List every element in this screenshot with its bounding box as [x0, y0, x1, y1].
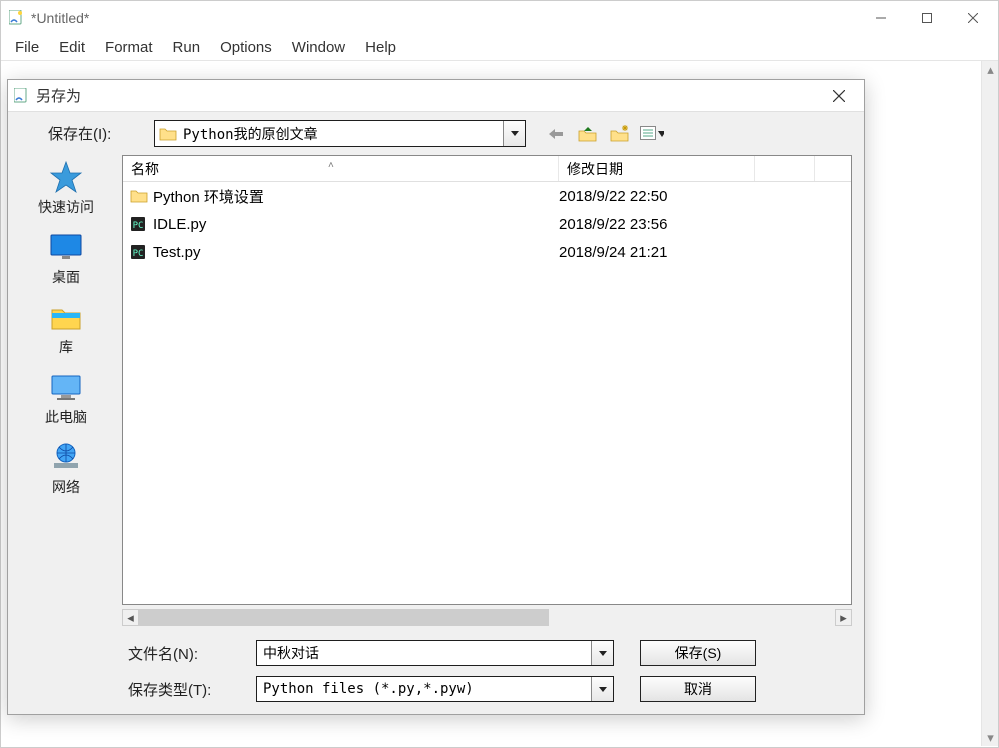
menu-window[interactable]: Window — [282, 36, 355, 59]
column-name[interactable]: 名称 — [123, 156, 559, 181]
python-file-icon: PC — [129, 214, 149, 234]
save-in-combo[interactable]: Python我的原创文章 — [154, 120, 526, 147]
column-type[interactable] — [755, 156, 815, 181]
sidebar-item-label: 此电脑 — [45, 407, 87, 427]
svg-text:PC: PC — [133, 221, 144, 231]
menu-file[interactable]: File — [5, 36, 49, 59]
filename-label: 文件名(N): — [128, 643, 256, 664]
file-date: 2018/9/24 21:21 — [559, 244, 755, 261]
filename-row: 文件名(N): 中秋对话 保存(S) — [128, 640, 852, 666]
filetype-row: 保存类型(T): Python files (*.py,*.pyw) 取消 — [128, 676, 852, 702]
python-idle-icon — [9, 10, 25, 26]
scroll-up-icon[interactable]: ▴ — [982, 61, 999, 78]
sidebar-item-network[interactable]: 网络 — [25, 437, 107, 501]
desktop-icon — [46, 229, 86, 265]
nav-toolbar — [544, 123, 664, 145]
save-in-value: Python我的原创文章 — [181, 124, 503, 144]
file-date: 2018/9/22 23:56 — [559, 216, 755, 233]
save-in-row: 保存在(I): Python我的原创文章 — [20, 120, 852, 147]
sidebar-item-label: 库 — [59, 337, 73, 357]
this-pc-icon — [46, 369, 86, 405]
quick-access-icon — [46, 159, 86, 195]
scroll-thumb[interactable] — [139, 609, 549, 626]
file-list-area: 名称 ˄ 修改日期 Python 环境设置 2018/9/22 22:50 — [122, 155, 852, 626]
menu-edit[interactable]: Edit — [49, 36, 95, 59]
scroll-track[interactable] — [139, 609, 835, 626]
file-list-horizontal-scrollbar[interactable]: ◂ ▸ — [122, 609, 852, 626]
libraries-icon — [46, 299, 86, 335]
save-in-dropdown-button[interactable] — [503, 121, 525, 146]
file-date: 2018/9/22 22:50 — [559, 188, 755, 205]
filetype-combo[interactable]: Python files (*.py,*.pyw) — [256, 676, 614, 702]
filetype-value: Python files (*.py,*.pyw) — [257, 681, 591, 697]
dialog-title: 另存为 — [36, 85, 820, 106]
filename-dropdown-button[interactable] — [591, 641, 613, 665]
filename-value[interactable]: 中秋对话 — [257, 643, 591, 663]
column-date[interactable]: 修改日期 — [559, 156, 755, 181]
menu-options[interactable]: Options — [210, 36, 282, 59]
filetype-dropdown-button[interactable] — [591, 677, 613, 701]
folder-icon — [129, 186, 149, 206]
menu-help[interactable]: Help — [355, 36, 406, 59]
sidebar-item-this-pc[interactable]: 此电脑 — [25, 367, 107, 431]
sidebar-item-libraries[interactable]: 库 — [25, 297, 107, 361]
view-menu-icon[interactable] — [640, 123, 664, 145]
file-list-header: 名称 ˄ 修改日期 — [123, 156, 851, 182]
dialog-bottom: 文件名(N): 中秋对话 保存(S) 保存类型(T): Python files… — [20, 640, 852, 702]
scroll-right-icon[interactable]: ▸ — [835, 609, 852, 626]
save-as-dialog: 另存为 保存在(I): Python我的原创文章 — [7, 79, 865, 715]
table-row[interactable]: PC IDLE.py 2018/9/22 23:56 — [123, 210, 851, 238]
file-list: 名称 ˄ 修改日期 Python 环境设置 2018/9/22 22:50 — [122, 155, 852, 605]
scroll-down-icon[interactable]: ▾ — [982, 729, 999, 746]
menu-run[interactable]: Run — [163, 36, 211, 59]
sidebar-item-desktop[interactable]: 桌面 — [25, 227, 107, 291]
main-titlebar: *Untitled* — [1, 1, 998, 35]
folder-icon — [159, 126, 177, 142]
places-sidebar: 快速访问 桌面 库 此电脑 — [20, 155, 112, 626]
sidebar-item-quick-access[interactable]: 快速访问 — [25, 157, 107, 221]
close-button[interactable] — [950, 3, 996, 33]
cancel-button[interactable]: 取消 — [640, 676, 756, 702]
dialog-close-button[interactable] — [820, 83, 858, 109]
save-in-label: 保存在(I): — [48, 123, 154, 144]
table-row[interactable]: PC Test.py 2018/9/24 21:21 — [123, 238, 851, 266]
sidebar-item-label: 快速访问 — [38, 197, 94, 217]
table-row[interactable]: Python 环境设置 2018/9/22 22:50 — [123, 182, 851, 210]
python-file-icon: PC — [129, 242, 149, 262]
save-button[interactable]: 保存(S) — [640, 640, 756, 666]
minimize-button[interactable] — [858, 3, 904, 33]
main-window: *Untitled* File Edit Format Run Options … — [0, 0, 999, 748]
window-title: *Untitled* — [31, 10, 858, 26]
svg-text:PC: PC — [133, 249, 144, 259]
maximize-button[interactable] — [904, 3, 950, 33]
dialog-middle: 快速访问 桌面 库 此电脑 — [20, 155, 852, 626]
menu-format[interactable]: Format — [95, 36, 163, 59]
new-folder-icon[interactable] — [608, 123, 632, 145]
file-name: IDLE.py — [153, 216, 559, 233]
filename-combo[interactable]: 中秋对话 — [256, 640, 614, 666]
network-icon — [46, 439, 86, 475]
back-icon[interactable] — [544, 123, 568, 145]
scroll-left-icon[interactable]: ◂ — [122, 609, 139, 626]
menubar: File Edit Format Run Options Window Help — [1, 35, 998, 61]
main-vertical-scrollbar[interactable]: ▴ ▾ — [981, 61, 998, 746]
filetype-label: 保存类型(T): — [128, 679, 256, 700]
up-one-level-icon[interactable] — [576, 123, 600, 145]
sort-ascending-icon: ˄ — [328, 160, 334, 171]
sidebar-item-label: 桌面 — [52, 267, 80, 287]
file-list-rows: Python 环境设置 2018/9/22 22:50 PC IDLE.py 2… — [123, 182, 851, 604]
sidebar-item-label: 网络 — [52, 477, 80, 497]
dialog-titlebar: 另存为 — [8, 80, 864, 112]
window-controls — [858, 3, 996, 33]
file-name: Python 环境设置 — [153, 186, 559, 207]
dialog-icon — [14, 88, 30, 104]
file-name: Test.py — [153, 244, 559, 261]
dialog-body: 保存在(I): Python我的原创文章 — [8, 112, 864, 714]
